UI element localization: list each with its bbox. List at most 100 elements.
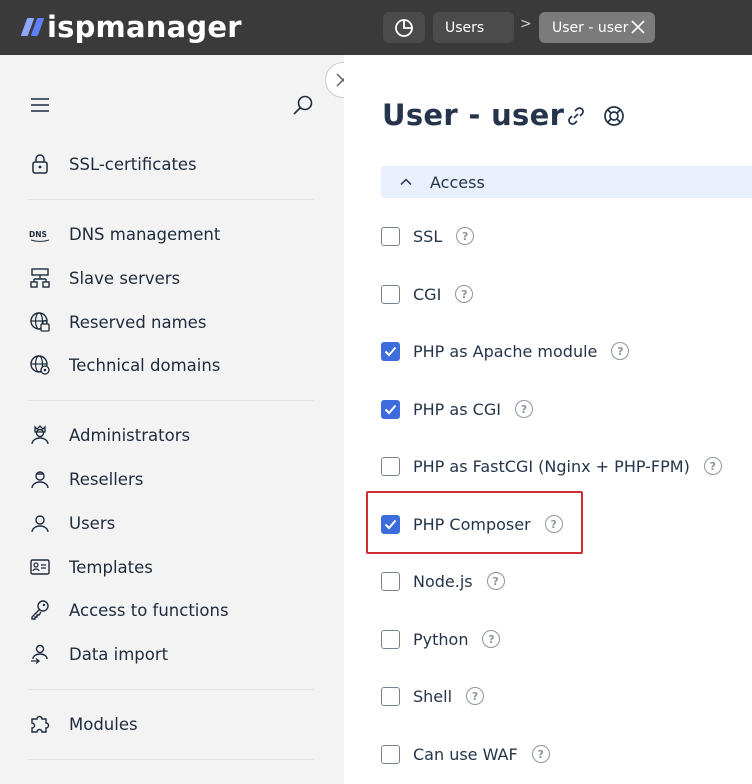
breadcrumb-separator: > [520, 16, 532, 32]
import-icon [28, 642, 52, 666]
option-label[interactable]: PHP as FastCGI (Nginx + PHP-FPM) [413, 457, 690, 476]
close-tab-icon[interactable] [629, 18, 647, 36]
checkbox-php-as-fastcgi-nginx-php-fpm[interactable] [381, 456, 400, 476]
sidebar-divider [28, 759, 314, 760]
admin-icon [28, 423, 52, 447]
sidebar-item-resellers[interactable]: Resellers [28, 466, 143, 492]
option-label[interactable]: CGI [413, 285, 441, 304]
svg-text:DNS: DNS [29, 230, 47, 239]
tab-active-label: User - user [552, 19, 629, 36]
option-row-ssl: SSL? [381, 225, 475, 247]
checkbox-node-js[interactable] [381, 571, 400, 591]
help-icon[interactable]: ? [531, 745, 550, 763]
sidebar-item-reserved-names[interactable]: Reserved names [28, 309, 206, 335]
sidebar-item-technical-domains[interactable]: Technical domains [28, 352, 220, 378]
help-icon[interactable]: ? [703, 457, 722, 475]
help-icon[interactable]: ? [514, 400, 533, 418]
chevron-up-icon [400, 178, 412, 186]
main-content: User - user Access SSL? CGI? PHP as Apache… [344, 55, 752, 784]
servers-icon [28, 266, 52, 290]
sidebar-item-dns-management[interactable]: DNS DNS management [28, 221, 220, 247]
option-label[interactable]: SSL [413, 227, 442, 246]
option-label[interactable]: PHP as CGI [413, 400, 501, 419]
checkbox-php-as-cgi[interactable] [381, 399, 400, 419]
option-row-can-use-waf: Can use WAF? [381, 743, 550, 765]
sidebar-item-modules[interactable]: Modules [28, 711, 138, 737]
dashboard-icon [395, 18, 413, 37]
tab-user-user[interactable]: User - user [539, 12, 655, 43]
sidebar-item-users[interactable]: Users [28, 510, 115, 536]
sidebar-divider [28, 400, 314, 401]
option-label[interactable]: PHP as Apache module [413, 342, 597, 361]
sidebar-item-label: DNS management [69, 224, 221, 244]
lifebuoy-help-icon[interactable] [602, 104, 626, 128]
search-icon[interactable] [292, 94, 314, 116]
sidebar-item-label: Modules [69, 714, 138, 734]
lock-icon [28, 152, 52, 176]
option-row-node-js: Node.js? [381, 570, 505, 592]
checkmark-icon [384, 346, 397, 356]
sidebar-item-label: Data import [69, 644, 169, 664]
sidebar-item-label: Administrators [69, 425, 191, 445]
page-title: User - user [382, 98, 565, 132]
key-icon [28, 598, 52, 622]
dashboard-tab[interactable] [383, 12, 425, 43]
logo[interactable]: ispmanager [20, 8, 242, 46]
help-icon[interactable]: ? [482, 630, 501, 648]
checkmark-icon [384, 404, 397, 414]
help-icon[interactable]: ? [455, 285, 474, 303]
sidebar-item-access-to-functions[interactable]: Access to functions [28, 597, 229, 623]
logo-text: ispmanager [47, 10, 242, 44]
help-icon[interactable]: ? [611, 342, 630, 360]
link-icon[interactable] [565, 105, 587, 127]
checkbox-shell[interactable] [381, 686, 400, 706]
sidebar-item-ssl-certificates[interactable]: SSL-certificates [28, 151, 197, 177]
logo-mark-icon [20, 18, 45, 36]
option-label[interactable]: Can use WAF [413, 745, 518, 764]
sidebar-divider [28, 199, 314, 200]
tab-users-label: Users [445, 19, 485, 36]
sidebar-item-label: Technical domains [69, 355, 221, 375]
top-bar: ispmanager Users > User - user [0, 0, 752, 55]
dns-icon: DNS [28, 222, 52, 246]
sidebar-item-slave-servers[interactable]: Slave servers [28, 265, 180, 291]
reseller-icon [28, 467, 52, 491]
checkbox-php-as-apache-module[interactable] [381, 341, 400, 361]
sidebar: SSL-certificates DNS DNS management Slav… [0, 55, 344, 784]
sidebar-item-label: Templates [69, 557, 153, 577]
help-icon[interactable]: ? [456, 227, 475, 245]
option-row-php-as-fastcgi-nginx-php-fpm: PHP as FastCGI (Nginx + PHP-FPM)? [381, 455, 722, 477]
section-label: Access [430, 172, 485, 192]
option-row-python: Python? [381, 628, 501, 650]
sidebar-item-label: Access to functions [69, 600, 229, 620]
help-icon[interactable]: ? [466, 687, 485, 705]
sidebar-divider [28, 689, 314, 690]
option-row-shell: Shell? [381, 685, 485, 707]
sidebar-item-label: Slave servers [69, 268, 181, 288]
template-icon [28, 555, 52, 579]
sidebar-item-label: Resellers [69, 469, 144, 489]
sidebar-item-templates[interactable]: Templates [28, 554, 153, 580]
sidebar-item-label: Reserved names [69, 312, 207, 332]
sidebar-item-data-import[interactable]: Data import [28, 641, 168, 667]
option-row-php-as-cgi: PHP as CGI? [381, 398, 533, 420]
user-icon [28, 511, 52, 535]
option-label[interactable]: Shell [413, 687, 452, 706]
sidebar-item-label: SSL-certificates [69, 154, 197, 174]
checkbox-ssl[interactable] [381, 226, 400, 246]
sidebar-item-administrators[interactable]: Administrators [28, 422, 190, 448]
checkbox-python[interactable] [381, 629, 400, 649]
highlight-box [366, 491, 583, 554]
help-icon[interactable]: ? [486, 572, 505, 590]
sidebar-item-label: Users [69, 513, 116, 533]
option-label[interactable]: Node.js [413, 572, 473, 591]
checkbox-can-use-waf[interactable] [381, 744, 400, 764]
option-row-cgi: CGI? [381, 283, 474, 305]
access-section-header[interactable]: Access [381, 166, 752, 198]
option-row-php-as-apache-module: PHP as Apache module? [381, 340, 630, 362]
option-label[interactable]: Python [413, 630, 468, 649]
checkbox-cgi[interactable] [381, 284, 400, 304]
hamburger-icon[interactable] [30, 97, 50, 113]
globe-gear-icon [28, 353, 52, 377]
tab-users[interactable]: Users [433, 12, 514, 43]
